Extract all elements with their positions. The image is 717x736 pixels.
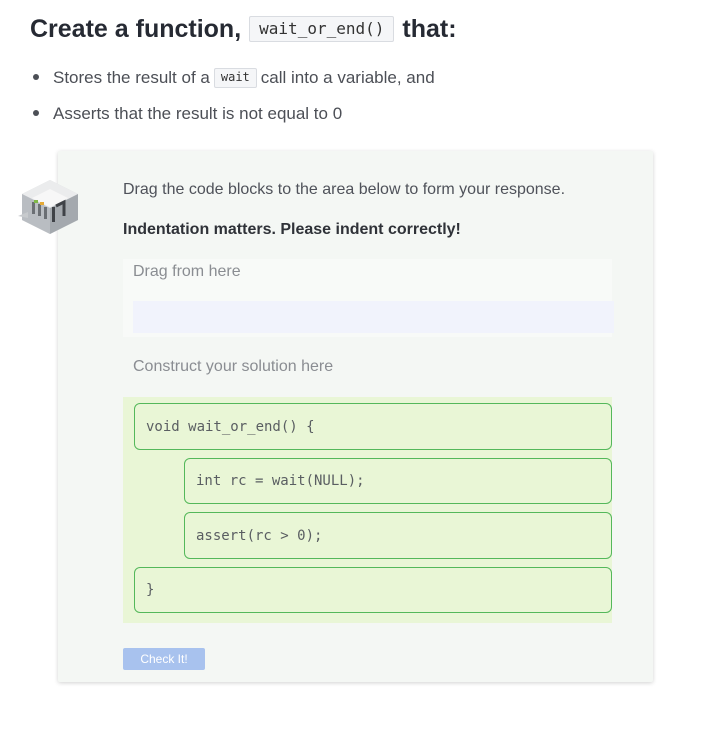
heading-function-code: wait_or_end(): [249, 16, 395, 42]
target-area-label: Construct your solution here: [133, 358, 334, 375]
requirement-item: Stores the result of a wait call into a …: [30, 60, 435, 96]
code-block[interactable]: int rc = wait(NULL);: [184, 458, 612, 504]
heading-suffix: that:: [402, 14, 457, 43]
code-block[interactable]: }: [134, 567, 612, 613]
indentation-note: Indentation matters. Please indent corre…: [123, 221, 461, 238]
requirement-inline-code: wait: [213, 68, 257, 88]
check-it-button[interactable]: Check It!: [123, 648, 205, 670]
source-area-label: Drag from here: [133, 263, 241, 280]
requirement-item: Asserts that the result is not equal to …: [30, 96, 435, 132]
code-block[interactable]: void wait_or_end() {: [134, 403, 612, 450]
source-drop-zone[interactable]: [133, 301, 614, 333]
parsons-blocks-icon: [18, 180, 78, 234]
page-heading: Create a function, wait_or_end() that:: [30, 12, 457, 46]
bullet-dot-icon: [33, 74, 39, 80]
page: Create a function, wait_or_end() that: S…: [0, 0, 717, 736]
requirement-text-before: Stores the result of a: [53, 68, 210, 87]
heading-prefix: Create a function,: [30, 14, 242, 43]
widget-instruction: Drag the code blocks to the area below t…: [123, 181, 566, 198]
code-block[interactable]: assert(rc > 0);: [184, 512, 612, 559]
source-area: Drag from here: [123, 259, 614, 337]
requirement-text-after: call into a variable, and: [260, 68, 435, 87]
bullet-dot-icon: [33, 110, 39, 116]
requirements-list: Stores the result of a wait call into a …: [30, 60, 435, 132]
requirement-text: Asserts that the result is not equal to …: [53, 104, 343, 123]
